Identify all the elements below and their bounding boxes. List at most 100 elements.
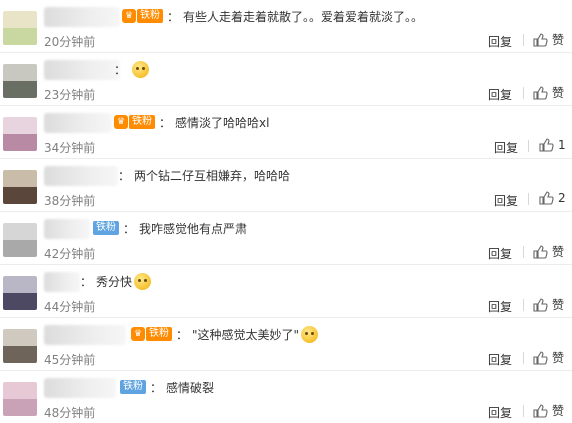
colon: ： — [114, 62, 127, 77]
reply-button[interactable]: 回复 — [488, 404, 512, 421]
avatar-top — [3, 382, 37, 399]
colon: ： — [80, 274, 93, 289]
username-blurred[interactable] — [44, 60, 120, 80]
reply-button[interactable]: 回复 — [494, 139, 518, 156]
comment-line: ： — [114, 58, 150, 80]
fan-badge-label: 铁粉 — [137, 9, 163, 23]
divider — [523, 34, 524, 46]
avatar-bottom — [3, 293, 37, 310]
comment-list: ♛ 铁粉 ： 有些人走着走着就散了。。爱着爱着就淡了。。 20分钟前 回复 赞 ：… — [0, 0, 572, 423]
avatar-top — [3, 329, 37, 346]
username-blurred[interactable] — [44, 272, 80, 292]
thumbs-up-icon — [533, 403, 548, 418]
fan-badge: 铁粉 — [93, 221, 119, 235]
avatar[interactable] — [3, 382, 37, 416]
username-blurred[interactable] — [44, 166, 118, 186]
avatar-bottom — [3, 28, 37, 45]
thinking-emoji-icon — [134, 272, 152, 290]
avatar[interactable] — [3, 117, 37, 151]
fan-badge: ♛ 铁粉 — [122, 9, 163, 23]
like-button[interactable]: 赞 — [532, 349, 564, 366]
avatar[interactable] — [3, 64, 37, 98]
like-button[interactable]: 赞 — [532, 84, 564, 101]
divider — [523, 246, 524, 258]
reply-button[interactable]: 回复 — [488, 351, 512, 368]
comment-line: ： 秀分快 — [80, 270, 152, 292]
fan-badge-label: 铁粉 — [93, 221, 119, 235]
like-button[interactable]: 2 — [538, 190, 566, 206]
avatar-bottom — [3, 81, 37, 98]
reply-button[interactable]: 回复 — [494, 192, 518, 209]
avatar[interactable] — [3, 170, 37, 204]
avatar-bottom — [3, 399, 37, 416]
reply-button[interactable]: 回复 — [488, 245, 512, 262]
comment-text: 感情淡了哈哈哈xl — [175, 115, 270, 130]
fan-badge: ♛ 铁粉 — [131, 327, 172, 341]
colon: ： — [118, 168, 131, 183]
avatar-bottom — [3, 240, 37, 257]
divider — [528, 193, 529, 205]
avatar-top — [3, 223, 37, 240]
username-blurred[interactable] — [44, 7, 120, 27]
comment-line: ： 两个钻二仔互相嫌弃，哈哈哈 — [118, 164, 290, 186]
username-blurred[interactable] — [44, 325, 126, 345]
username-blurred[interactable] — [44, 378, 116, 398]
avatar[interactable] — [3, 223, 37, 257]
like-button[interactable]: 赞 — [532, 402, 564, 419]
thumbs-up-icon — [533, 85, 548, 100]
username-blurred[interactable] — [44, 113, 112, 133]
avatar-top — [3, 276, 37, 293]
reply-button[interactable]: 回复 — [488, 298, 512, 315]
comment-text: 我咋感觉他有点严肃 — [139, 221, 248, 236]
avatar[interactable] — [3, 276, 37, 310]
avatar-bottom — [3, 346, 37, 363]
colon: ： — [167, 9, 180, 24]
thumbs-up-icon — [533, 297, 548, 312]
comment-line: ♛ 铁粉 ： 感情淡了哈哈哈xl — [114, 111, 269, 133]
fan-level-icon: ♛ — [114, 115, 128, 129]
comment-line: 铁粉 ： 感情破裂 — [120, 376, 214, 398]
reply-button[interactable]: 回复 — [488, 86, 512, 103]
divider — [528, 140, 529, 152]
comment-text: 有些人走着走着就散了。。爱着爱着就淡了。。 — [183, 9, 424, 24]
like-count: 赞 — [552, 351, 565, 365]
comment-row: ♛ 铁粉 ： 有些人走着走着就散了。。爱着爱着就淡了。。 20分钟前 回复 赞 — [0, 0, 572, 53]
comment-time: 34分钟前 — [44, 141, 96, 155]
divider — [523, 299, 524, 311]
colon: ： — [150, 380, 163, 395]
thumbs-up-icon — [533, 32, 548, 47]
reply-button[interactable]: 回复 — [488, 33, 512, 50]
like-count: 赞 — [552, 404, 565, 418]
comment-time: 44分钟前 — [44, 300, 96, 314]
comment-row: ： 秀分快 44分钟前 回复 赞 — [0, 265, 572, 318]
like-button[interactable]: 赞 — [532, 243, 564, 260]
avatar-top — [3, 117, 37, 134]
username-blurred[interactable] — [44, 219, 90, 239]
colon: ： — [123, 221, 136, 236]
comment-text: "这种感觉太美妙了" — [192, 327, 300, 342]
thumbs-up-icon — [539, 138, 554, 152]
colon: ： — [159, 115, 172, 130]
like-button[interactable]: 赞 — [532, 296, 564, 313]
like-button[interactable]: 赞 — [532, 31, 564, 48]
fan-badge-label: 铁粉 — [120, 380, 146, 394]
thumbs-up-icon — [533, 244, 548, 259]
divider — [523, 87, 524, 99]
comment-time: 42分钟前 — [44, 247, 96, 261]
avatar[interactable] — [3, 11, 37, 45]
thumbs-up-icon — [533, 350, 548, 365]
fan-badge-label: 铁粉 — [146, 327, 172, 341]
like-button[interactable]: 1 — [538, 137, 566, 153]
fan-level-icon: ♛ — [131, 327, 145, 341]
comment-text: 秀分快 — [96, 274, 133, 289]
fan-badge: ♛ 铁粉 — [114, 115, 155, 129]
comment-row: 铁粉 ： 我咋感觉他有点严肃 42分钟前 回复 赞 — [0, 212, 572, 265]
like-count: 赞 — [552, 86, 565, 100]
comment-text: 感情破裂 — [166, 380, 215, 395]
avatar[interactable] — [3, 329, 37, 363]
colon: ： — [176, 327, 189, 342]
comment-time: 38分钟前 — [44, 194, 96, 208]
fan-badge-label: 铁粉 — [129, 115, 155, 129]
avatar-bottom — [3, 187, 37, 204]
avatar-top — [3, 64, 37, 81]
